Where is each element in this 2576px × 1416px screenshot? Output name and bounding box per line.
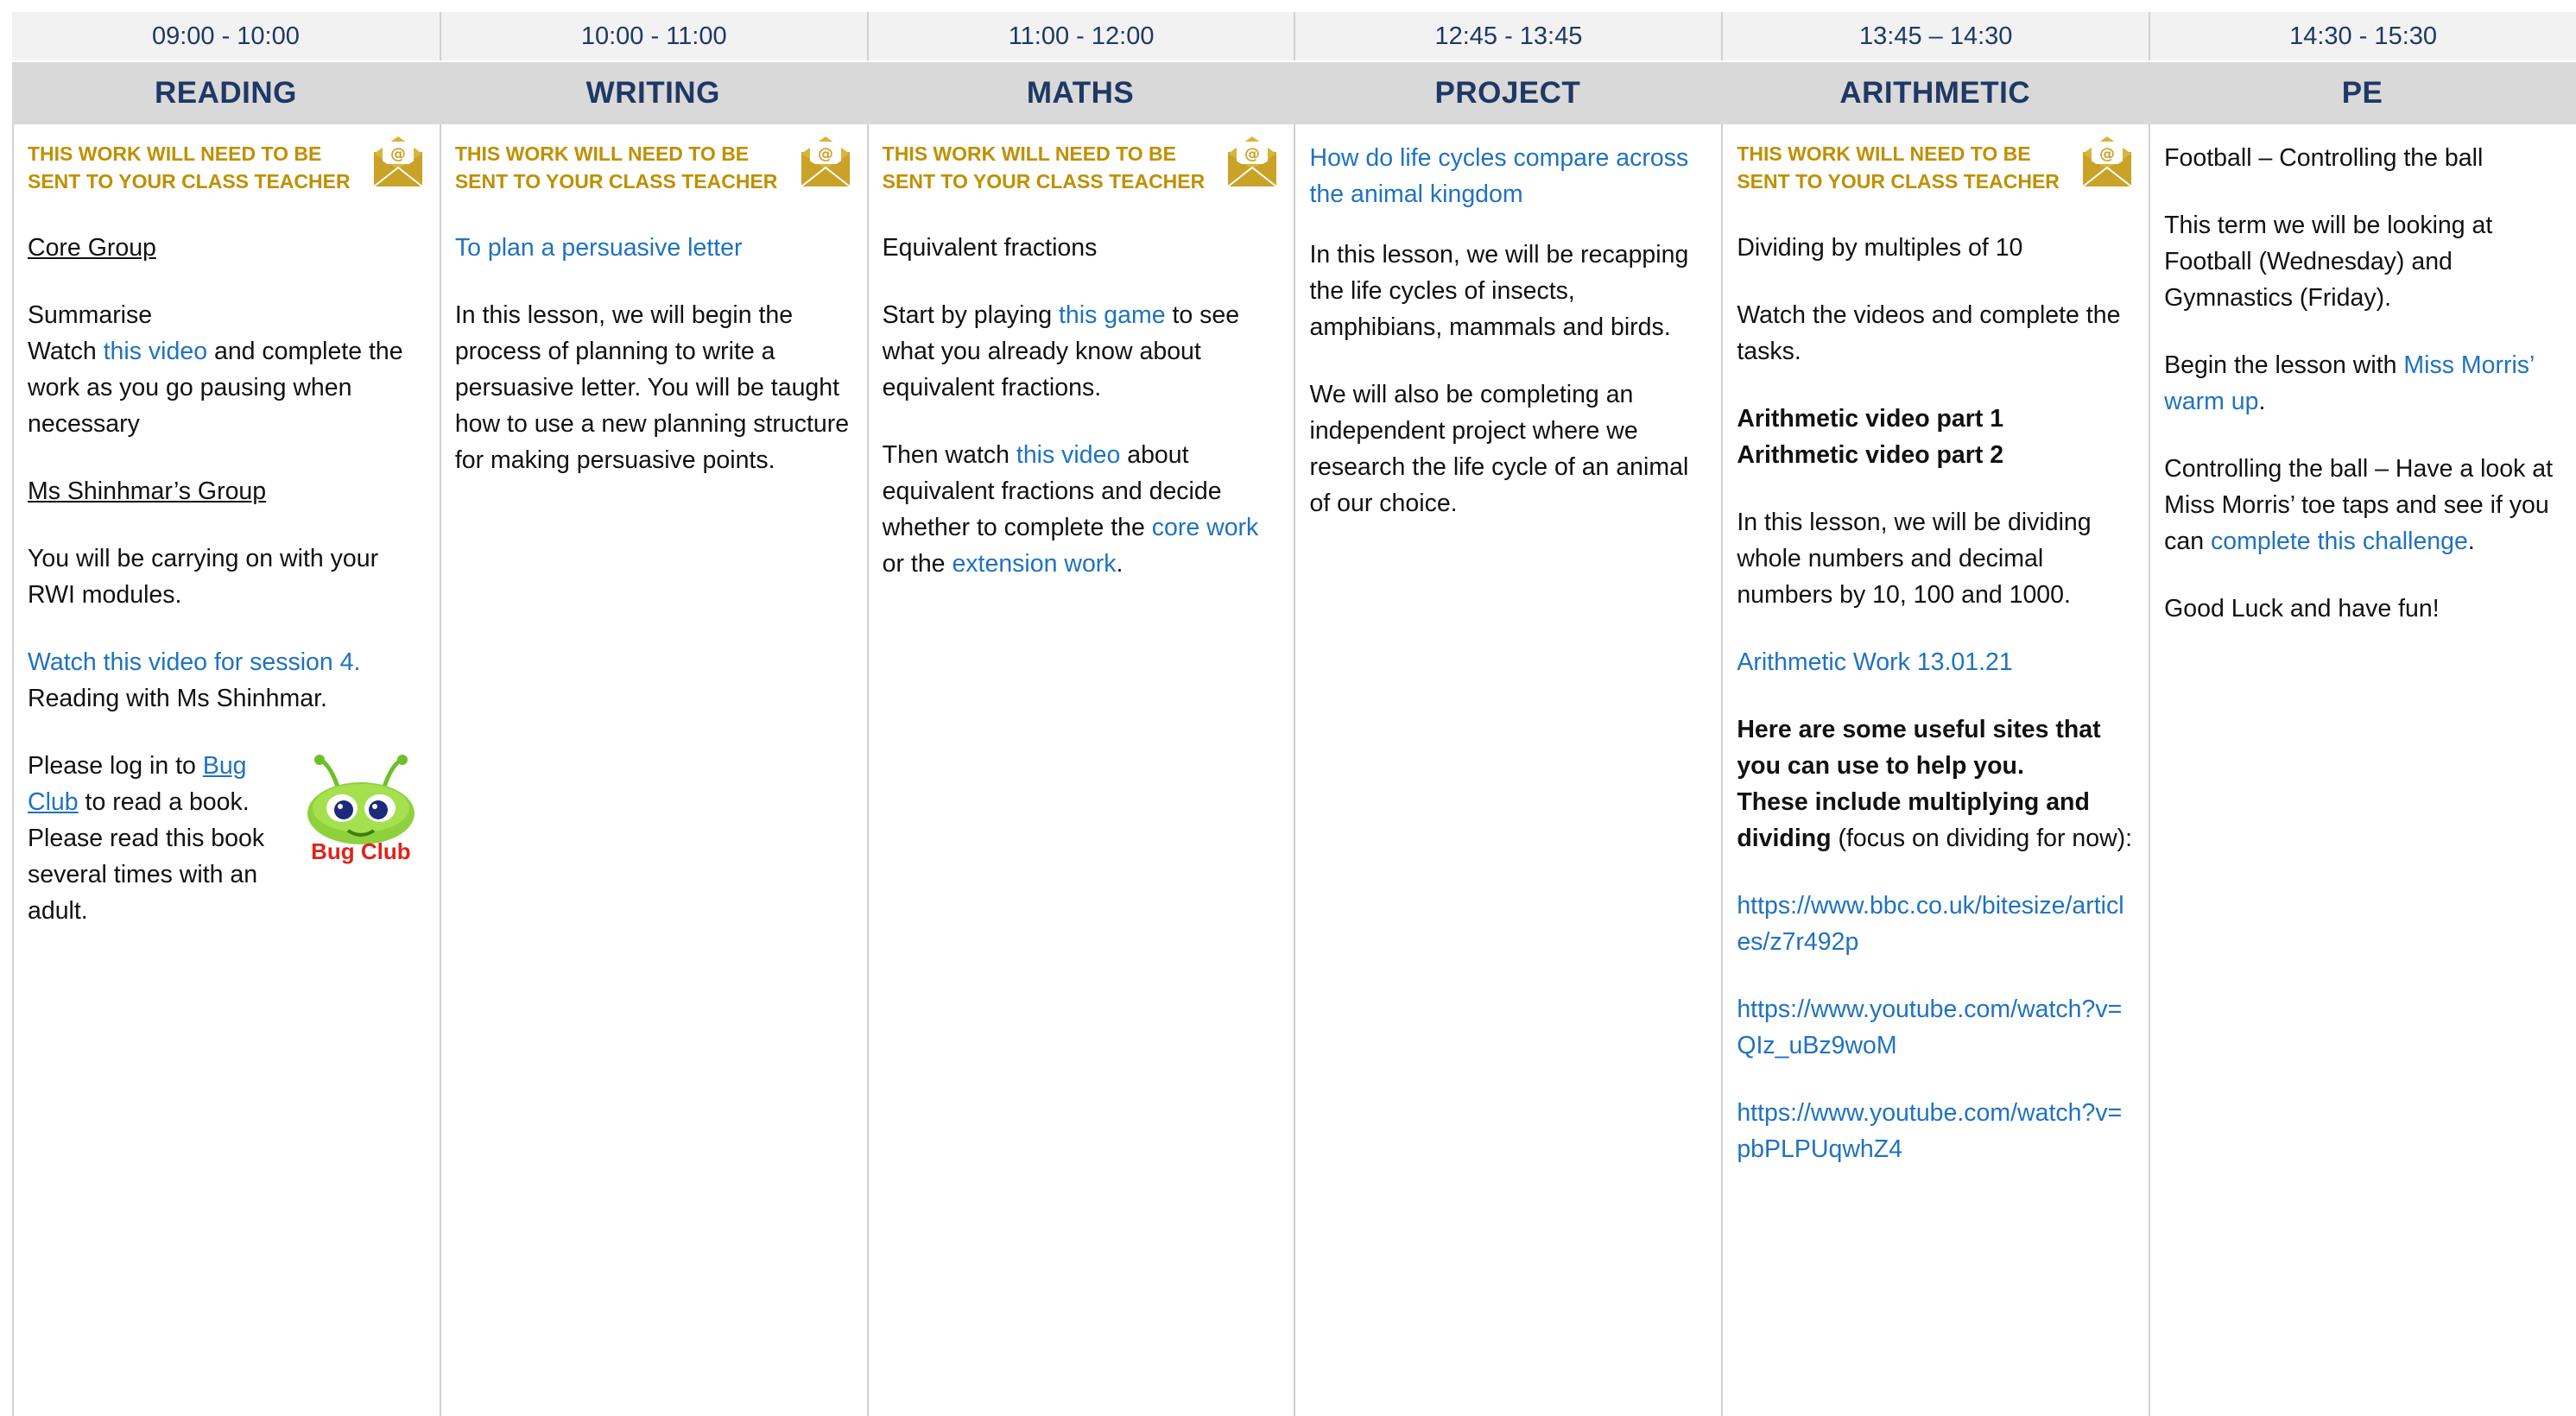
bug-club-logo-text: Bug Club (311, 838, 411, 864)
mail-icon[interactable]: @ (1225, 135, 1280, 190)
summarise-label: Summarise (28, 301, 153, 329)
pe-control: Controlling the ball – Have a look at Mi… (2164, 455, 2554, 555)
mail-icon[interactable]: @ (370, 135, 426, 190)
maths-start: Start by playing this game to see what y… (882, 301, 1240, 401)
bug-icon (307, 755, 415, 844)
project-column: How do life cycles compare across the an… (1294, 124, 1721, 1416)
notice-text: THIS WORK WILL NEED TO BE SENT TO YOUR C… (454, 142, 778, 193)
game-link[interactable]: this game (1059, 301, 1166, 329)
mail-icon[interactable]: @ (798, 135, 853, 190)
challenge-link[interactable]: complete this challenge (2211, 528, 2468, 555)
maths-column: THIS WORK WILL NEED TO BE SENT TO YOUR C… (866, 124, 1294, 1416)
writing-body: In this lesson, we will begin the proces… (454, 301, 850, 474)
bug-club-text: Please log in to Bug Club to read a book.… (28, 752, 265, 925)
subject-heading: MATHS (1026, 76, 1135, 110)
writing-column: THIS WORK WILL NEED TO BE SENT TO YOUR C… (439, 124, 867, 1416)
notice-text: THIS WORK WILL NEED TO BE SENT TO YOUR C… (1737, 142, 2060, 193)
subject-row: READING WRITING MATHS PROJECT ARITHMETIC… (12, 62, 2576, 124)
core-group-heading: Core Group (28, 234, 156, 262)
subject-heading: READING (154, 76, 297, 110)
subject-heading: PE (2341, 76, 2383, 110)
time-slot: 10:00 - 11:00 (439, 12, 867, 60)
extension-work-link[interactable]: extension work (952, 550, 1116, 578)
time-slot: 11:00 - 12:00 (866, 12, 1294, 60)
notice-text: THIS WORK WILL NEED TO BE SENT TO YOUR C… (882, 142, 1206, 193)
reading-column: THIS WORK WILL NEED TO BE SENT TO YOUR C… (12, 124, 440, 1416)
session-video-link[interactable]: Watch this video for session 4. (28, 644, 426, 680)
teacher-notice: THIS WORK WILL NEED TO BE SENT TO YOUR C… (454, 136, 853, 195)
pe-begin: Begin the lesson with Miss Morris’ warm … (2164, 351, 2535, 415)
watch-video-link[interactable]: this video (104, 338, 207, 365)
useful-sites-note: These include multiplying and dividing (… (1737, 788, 2133, 852)
arithmetic-watch: Watch the videos and complete the tasks. (1737, 301, 2121, 365)
pe-goodluck: Good Luck and have fun! (2164, 595, 2440, 623)
arithmetic-video1-link[interactable]: Arithmetic video part 1 (1737, 401, 2135, 437)
svg-text:@: @ (818, 145, 833, 163)
svg-text:@: @ (1244, 145, 1260, 163)
pe-title: Football – Controlling the ball (2164, 144, 2484, 172)
subject-heading: PROJECT (1434, 76, 1581, 110)
bbc-bitesize-link[interactable]: https://www.bbc.co.uk/bitesize/articles/… (1737, 888, 2135, 960)
arithmetic-topic: Dividing by multiples of 10 (1737, 234, 2023, 262)
session-text: Reading with Ms Shinhmar. (28, 685, 327, 712)
lesson-columns: THIS WORK WILL NEED TO BE SENT TO YOUR C… (12, 124, 2576, 1416)
writing-objective-link[interactable]: To plan a persuasive letter (455, 230, 853, 266)
arithmetic-video2-link[interactable]: Arithmetic video part 2 (1737, 437, 2135, 473)
maths-video-link[interactable]: this video (1016, 441, 1120, 469)
teacher-notice: THIS WORK WILL NEED TO BE SENT TO YOUR C… (882, 136, 1281, 195)
project-para1: In this lesson, we will be recapping the… (1309, 241, 1689, 341)
project-question-link[interactable]: How do life cycles compare across the an… (1309, 140, 1707, 212)
svg-text:@: @ (390, 145, 406, 163)
core-work-link[interactable]: core work (1152, 514, 1259, 541)
youtube-link-2[interactable]: https://www.youtube.com/watch?v=pbPLPUqw… (1737, 1095, 2135, 1167)
arithmetic-lesson: In this lesson, we will be dividing whol… (1737, 509, 2092, 609)
rwi-text: You will be carrying on with your RWI mo… (28, 545, 379, 609)
youtube-link-1[interactable]: https://www.youtube.com/watch?v=QIz_uBz9… (1737, 991, 2135, 1064)
maths-then: Then watch this video about equivalent f… (882, 441, 1259, 578)
time-slot: 13:45 – 14:30 (1721, 12, 2149, 60)
group-heading: Ms Shinhmar’s Group (28, 477, 267, 505)
pe-column: Football – Controlling the ball This ter… (2149, 124, 2576, 1416)
timetable: 09:00 - 10:00 10:00 - 11:00 11:00 - 12:0… (12, 12, 2576, 1416)
bug-club-link[interactable]: Club (28, 788, 79, 816)
bug-club-link[interactable]: Bug (203, 752, 247, 780)
teacher-notice: THIS WORK WILL NEED TO BE SENT TO YOUR C… (28, 136, 426, 195)
svg-text:@: @ (2099, 145, 2115, 163)
useful-sites-heading: Here are some useful sites that you can … (1737, 716, 2101, 780)
teacher-notice: THIS WORK WILL NEED TO BE SENT TO YOUR C… (1737, 136, 2135, 195)
mail-icon[interactable]: @ (2079, 135, 2135, 190)
arithmetic-work-link[interactable]: Arithmetic Work 13.01.21 (1737, 644, 2135, 680)
watch-instructions: Watch this video and complete the work a… (28, 338, 403, 438)
notice-text: THIS WORK WILL NEED TO BE SENT TO YOUR C… (28, 142, 351, 193)
project-para2: We will also be completing an independen… (1309, 381, 1689, 517)
time-slot: 09:00 - 10:00 (151, 22, 300, 50)
subject-heading: ARITHMETIC (1839, 76, 2031, 110)
subject-heading: WRITING (585, 76, 720, 110)
time-slot: 14:30 - 15:30 (2149, 12, 2576, 60)
bug-club-logo[interactable]: Bug Club (296, 755, 426, 929)
pe-term: This term we will be looking at Football… (2164, 212, 2493, 312)
time-slot: 12:45 - 13:45 (1294, 12, 1721, 60)
maths-topic: Equivalent fractions (882, 234, 1098, 262)
bug-club-section: Please log in to Bug Club to read a book.… (28, 748, 426, 929)
time-row: 09:00 - 10:00 10:00 - 11:00 11:00 - 12:0… (12, 12, 2576, 60)
arithmetic-column: THIS WORK WILL NEED TO BE SENT TO YOUR C… (1721, 124, 2149, 1416)
